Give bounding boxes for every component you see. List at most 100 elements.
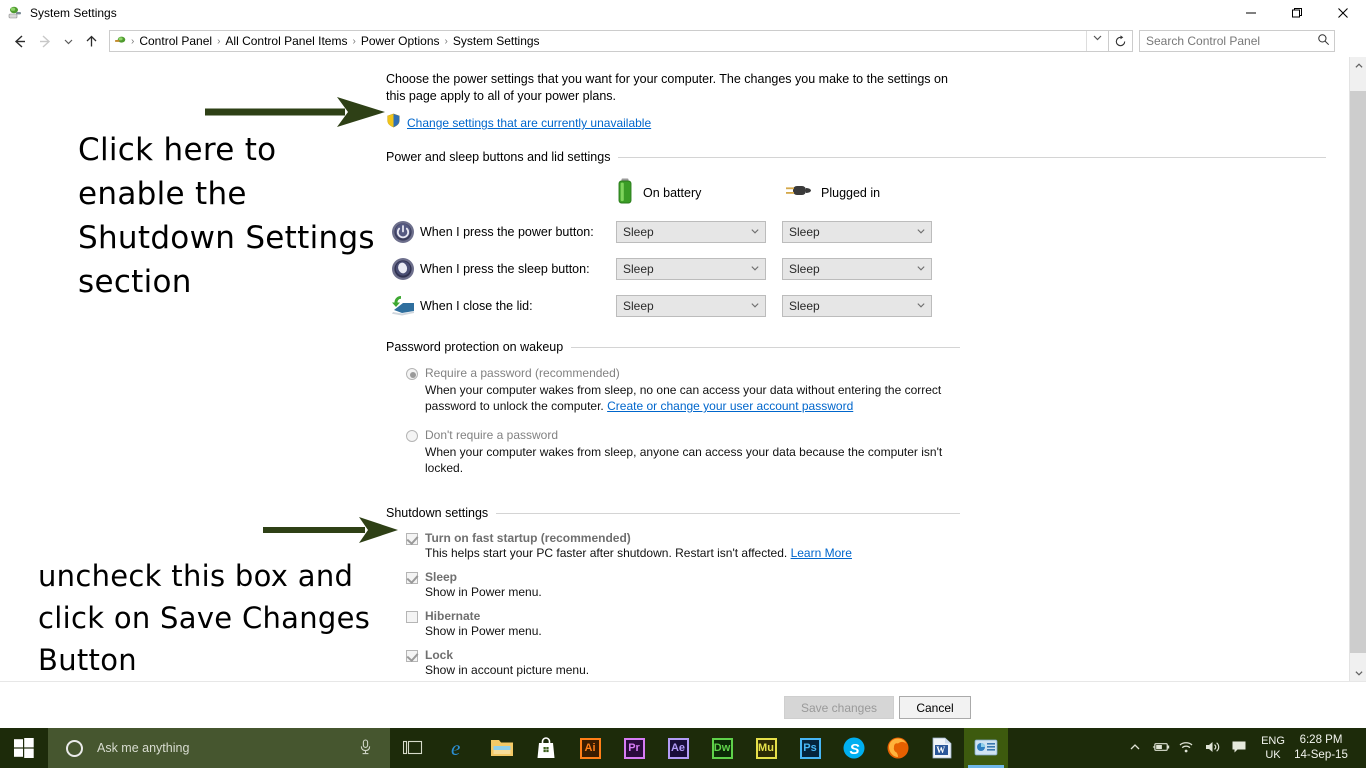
lock-option[interactable]: Lock Show in account picture menu. bbox=[386, 648, 1326, 677]
taskbar-item-photoshop[interactable]: Ps bbox=[788, 728, 832, 768]
taskbar-item-file-explorer[interactable] bbox=[480, 728, 524, 768]
up-button[interactable] bbox=[78, 28, 104, 54]
cortana-placeholder[interactable]: Ask me anything bbox=[97, 741, 359, 755]
chevron-down-icon[interactable] bbox=[911, 263, 931, 276]
start-button[interactable] bbox=[0, 728, 48, 768]
address-bar[interactable]: › Control Panel › All Control Panel Item… bbox=[109, 30, 1109, 52]
vertical-scrollbar[interactable] bbox=[1349, 57, 1366, 681]
clock-date: 14-Sep-15 bbox=[1294, 749, 1348, 761]
recent-locations-chevron-down-icon[interactable] bbox=[58, 28, 78, 54]
breadcrumb-system-settings[interactable]: System Settings bbox=[449, 34, 544, 48]
maximize-button[interactable] bbox=[1274, 0, 1320, 26]
cancel-button[interactable]: Cancel bbox=[899, 696, 971, 719]
sleep-button-plugged-in-dropdown[interactable]: Sleep bbox=[782, 258, 932, 280]
shutdown-section-heading-row: Shutdown settings bbox=[386, 506, 1326, 520]
chevron-down-icon[interactable] bbox=[745, 263, 765, 276]
require-password-text: Require a password (recommended) When yo… bbox=[425, 366, 945, 414]
taskbar-item-skype[interactable]: S bbox=[832, 728, 876, 768]
create-change-password-link[interactable]: Create or change your user account passw… bbox=[607, 399, 853, 413]
forward-button[interactable] bbox=[32, 28, 58, 54]
wifi-icon[interactable] bbox=[1174, 740, 1200, 757]
require-password-option[interactable]: Require a password (recommended) When yo… bbox=[386, 366, 1326, 414]
power-section-heading: Power and sleep buttons and lid settings bbox=[386, 150, 611, 164]
taskbar-item-after-effects[interactable]: Ae bbox=[656, 728, 700, 768]
clock[interactable]: 6:28 PM 14-Sep-15 bbox=[1290, 733, 1352, 763]
minimize-button[interactable] bbox=[1228, 0, 1274, 26]
taskbar-item-word[interactable]: W bbox=[920, 728, 964, 768]
svg-text:e: e bbox=[451, 736, 460, 760]
search-icon[interactable] bbox=[1312, 33, 1334, 49]
scrollbar-thumb[interactable] bbox=[1350, 91, 1366, 653]
taskbar-item-firefox[interactable] bbox=[876, 728, 920, 768]
close-lid-on-battery-dropdown[interactable]: Sleep bbox=[616, 295, 766, 317]
power-button-on-battery-value: Sleep bbox=[623, 225, 654, 239]
volume-icon[interactable] bbox=[1200, 740, 1226, 757]
close-button[interactable] bbox=[1320, 0, 1366, 26]
sleep-description: Show in Power menu. bbox=[425, 585, 542, 599]
dont-require-password-radio[interactable] bbox=[406, 430, 418, 442]
task-view-button[interactable] bbox=[390, 728, 436, 768]
power-button-plugged-in-dropdown[interactable]: Sleep bbox=[782, 221, 932, 243]
power-plug-icon bbox=[782, 181, 812, 204]
chevron-down-icon[interactable] bbox=[745, 226, 765, 239]
search-input[interactable]: Search Control Panel bbox=[1140, 34, 1312, 48]
sleep-button-on-battery-dropdown[interactable]: Sleep bbox=[616, 258, 766, 280]
sleep-option[interactable]: Sleep Show in Power menu. bbox=[386, 570, 1326, 599]
save-changes-button[interactable]: Save changes bbox=[784, 696, 894, 719]
back-button[interactable] bbox=[6, 28, 32, 54]
section-divider bbox=[496, 512, 960, 514]
learn-more-link[interactable]: Learn More bbox=[791, 546, 852, 560]
taskbar-item-muse[interactable]: Mu bbox=[744, 728, 788, 768]
chevron-down-icon[interactable] bbox=[745, 300, 765, 313]
power-button-icon bbox=[386, 220, 420, 244]
close-lid-plugged-in-dropdown[interactable]: Sleep bbox=[782, 295, 932, 317]
hibernate-option[interactable]: Hibernate Show in Power menu. bbox=[386, 609, 1326, 638]
hibernate-text: Hibernate Show in Power menu. bbox=[425, 609, 542, 638]
taskbar-item-premiere-pro[interactable]: Pr bbox=[612, 728, 656, 768]
breadcrumb-control-panel[interactable]: Control Panel bbox=[135, 34, 216, 48]
taskbar-item-system-settings[interactable] bbox=[964, 728, 1008, 768]
microphone-icon[interactable] bbox=[359, 738, 372, 758]
address-dropdown-chevron-down-icon[interactable] bbox=[1086, 31, 1108, 51]
taskbar-item-dreamweaver[interactable]: Dw bbox=[700, 728, 744, 768]
hibernate-checkbox[interactable] bbox=[406, 611, 418, 623]
scroll-up-arrow-icon[interactable] bbox=[1350, 57, 1366, 74]
svg-text:W: W bbox=[936, 745, 945, 755]
change-settings-unavailable-link[interactable]: Change settings that are currently unava… bbox=[407, 116, 651, 130]
breadcrumb-power-options[interactable]: Power Options bbox=[357, 34, 444, 48]
taskbar-item-edge[interactable]: e bbox=[436, 728, 480, 768]
settings-body: Choose the power settings that you want … bbox=[386, 57, 1326, 677]
laptop-lid-icon bbox=[386, 294, 420, 318]
dont-require-password-label: Don't require a password bbox=[425, 428, 559, 442]
chevron-down-icon[interactable] bbox=[911, 226, 931, 239]
language-indicator[interactable]: ENG UK bbox=[1256, 734, 1290, 762]
battery-tray-icon[interactable] bbox=[1148, 740, 1174, 757]
scroll-down-arrow-icon[interactable] bbox=[1350, 664, 1366, 681]
taskbar-item-illustrator[interactable]: Ai bbox=[568, 728, 612, 768]
taskbar-item-microsoft-store[interactable] bbox=[524, 728, 568, 768]
dont-require-password-description: When your computer wakes from sleep, any… bbox=[425, 445, 943, 475]
sleep-checkbox[interactable] bbox=[406, 572, 418, 584]
cortana-search-box[interactable]: Ask me anything bbox=[48, 728, 390, 768]
shutdown-section-heading: Shutdown settings bbox=[386, 506, 489, 520]
dont-require-password-option[interactable]: Don't require a password When your compu… bbox=[386, 428, 1326, 476]
breadcrumb-all-control-panel-items[interactable]: All Control Panel Items bbox=[221, 34, 351, 48]
hibernate-label: Hibernate bbox=[425, 609, 481, 623]
power-button-on-battery-dropdown[interactable]: Sleep bbox=[616, 221, 766, 243]
action-center-icon[interactable] bbox=[1226, 740, 1252, 757]
refresh-button[interactable] bbox=[1109, 30, 1133, 52]
breadcrumb-root-icon bbox=[112, 34, 130, 49]
fast-startup-checkbox[interactable] bbox=[406, 533, 418, 545]
change-settings-link-row[interactable]: Change settings that are currently unava… bbox=[386, 113, 1326, 133]
search-box[interactable]: Search Control Panel bbox=[1139, 30, 1335, 52]
show-desktop-button[interactable] bbox=[1360, 728, 1366, 768]
show-hidden-icons-chevron-up-icon[interactable] bbox=[1122, 741, 1148, 756]
lock-checkbox[interactable] bbox=[406, 650, 418, 662]
chevron-down-icon[interactable] bbox=[911, 300, 931, 313]
premiere-pro-icon: Pr bbox=[623, 737, 645, 759]
fast-startup-option[interactable]: Turn on fast startup (recommended) This … bbox=[386, 531, 1326, 560]
fast-startup-desc-text: This helps start your PC faster after sh… bbox=[425, 546, 788, 560]
plugged-in-label: Plugged in bbox=[821, 185, 881, 200]
require-password-radio[interactable] bbox=[406, 368, 418, 380]
language-line-2: UK bbox=[1265, 749, 1281, 761]
